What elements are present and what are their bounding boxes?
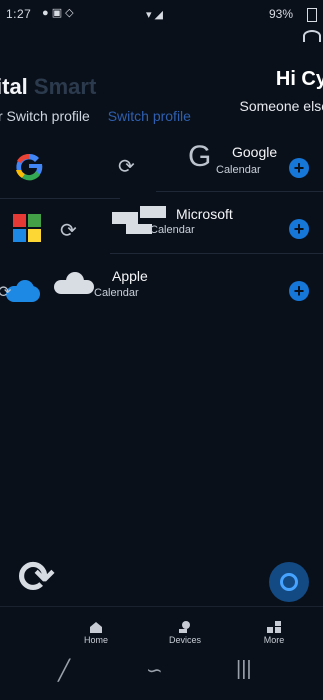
status-battery: 93% xyxy=(268,7,293,21)
tab-more-label: More xyxy=(263,635,285,645)
tab-devices[interactable]: Devices xyxy=(155,621,215,645)
ghost-title: ital Smart xyxy=(0,74,96,100)
greeting-subtitle: Someone else xyxy=(239,98,323,114)
calendar-type: Calendar xyxy=(216,164,261,176)
nav-recents-icon[interactable]: ||| xyxy=(236,658,252,681)
system-nav-bar: ╱ ∽ ||| xyxy=(0,650,323,700)
grid-plus-icon xyxy=(267,621,281,633)
google-icon xyxy=(12,150,48,186)
home-icon xyxy=(90,622,102,633)
link-icon: ⟳ xyxy=(60,220,77,242)
notification-icons: ● ▣ ◇ xyxy=(42,7,74,19)
divider xyxy=(0,198,120,199)
wifi-signal-icons: ▾ ◢ xyxy=(145,9,163,21)
devices-icon xyxy=(179,621,190,633)
calendar-name: Google xyxy=(232,144,278,160)
corner-icon[interactable] xyxy=(303,30,321,42)
google-logo-ghost: G xyxy=(188,140,212,173)
nav-back-icon[interactable]: ╱ xyxy=(58,658,70,683)
tab-devices-label: Devices xyxy=(168,635,201,645)
divider xyxy=(156,191,323,192)
calendar-type: Calendar xyxy=(94,287,139,299)
cloud-icon: ⟳ xyxy=(0,280,42,304)
link-icon: ⟳ xyxy=(118,156,135,178)
greeting: Hi Cy xyxy=(275,68,323,90)
status-bar: 1:27 ● ▣ ◇ 93% ▾ ◢ xyxy=(0,0,323,28)
tab-home-label: Home xyxy=(83,635,108,645)
add-apple-button[interactable]: + xyxy=(289,281,309,301)
switch-profile-link[interactable]: Switch profile xyxy=(108,108,191,124)
calendar-name: Microsoft xyxy=(176,206,233,222)
add-microsoft-button[interactable]: + xyxy=(289,219,309,239)
add-google-button[interactable]: + xyxy=(289,158,309,178)
tab-more[interactable]: More xyxy=(244,621,304,645)
ghost-switch-profile[interactable]: r Switch profile Switch profile xyxy=(0,108,191,124)
calendar-name: Apple xyxy=(112,268,148,284)
status-time: 1:27 xyxy=(6,7,32,21)
calendar-type: Calendar xyxy=(150,224,195,236)
microsoft-icon xyxy=(13,214,43,244)
tab-home[interactable]: Home xyxy=(66,621,126,645)
apple-cloud-ghost-icon xyxy=(54,272,96,294)
ghost-link-fab-icon: ⟳ xyxy=(18,553,55,602)
battery-icon xyxy=(307,8,317,22)
tab-bar: Home Devices More xyxy=(0,606,323,649)
ghost-switch-text: r Switch profile xyxy=(0,108,90,124)
nav-home-icon[interactable]: ∽ xyxy=(146,658,163,683)
ghost-title-text: ital xyxy=(0,74,28,99)
divider xyxy=(110,253,323,254)
ghost-title-dim: Smart xyxy=(33,74,97,99)
fab-button[interactable] xyxy=(269,562,309,602)
